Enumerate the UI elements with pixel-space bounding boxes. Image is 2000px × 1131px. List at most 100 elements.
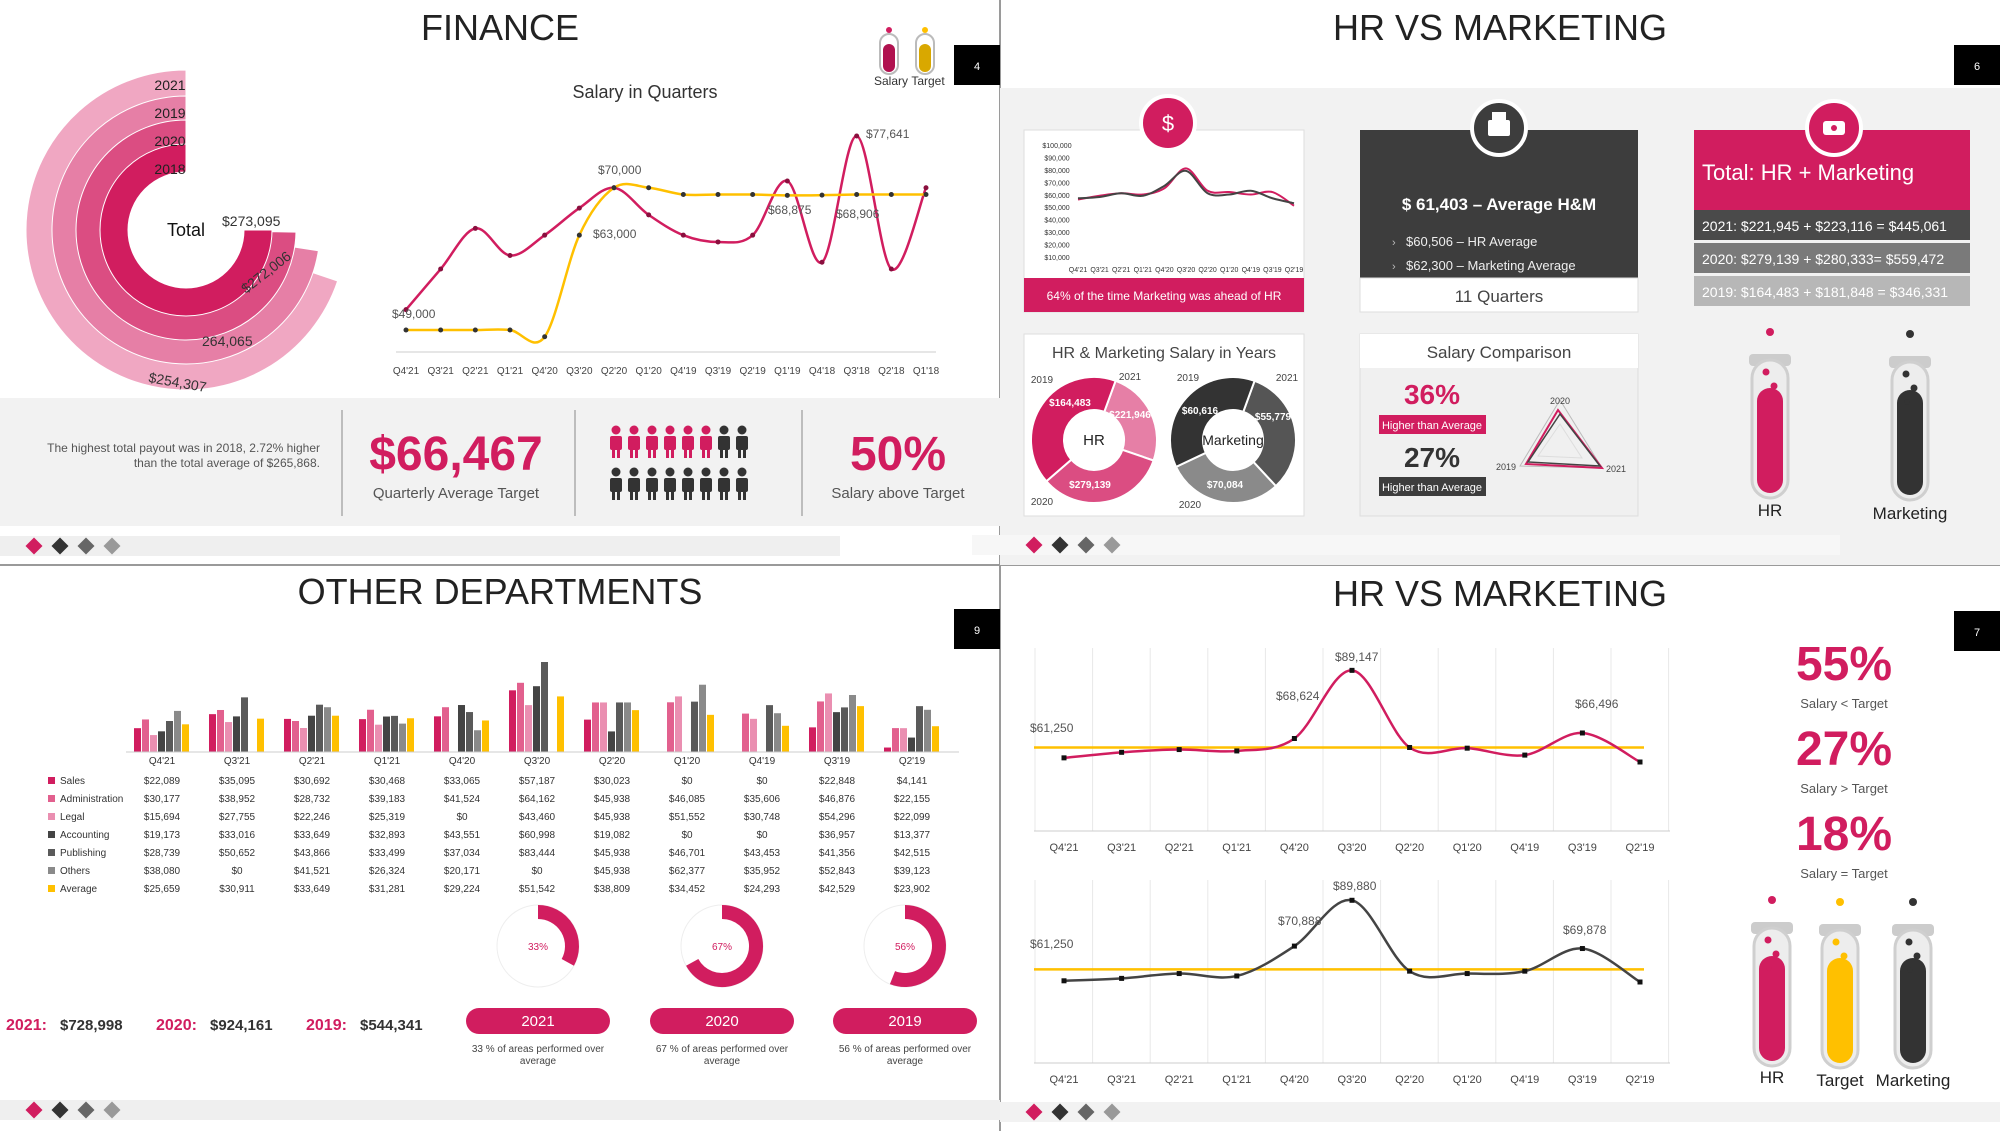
year-pill-label: 2020 [705, 1013, 738, 1030]
data-point [1464, 745, 1470, 751]
person-leg [648, 449, 651, 458]
table-cell: $30,911 [219, 884, 255, 895]
x-tick-label: Q2'20 [601, 366, 628, 377]
donut-hr-val-2020: $279,139 [1069, 480, 1111, 491]
bar-sales [809, 727, 816, 752]
donut-mk-val-2021: $55,779 [1255, 412, 1292, 423]
legend-label: Average [60, 884, 98, 895]
person-body [610, 436, 622, 450]
x-tick-label: Q4'21 [1049, 842, 1078, 854]
x-tick-label: Q2'21 [299, 756, 326, 767]
slide-nav-bar [0, 1100, 1000, 1120]
table-cell: $51,542 [519, 884, 556, 895]
x-tick-label: Q3'19 [1568, 1074, 1597, 1086]
bar-administration [367, 709, 374, 752]
tube-liquid [1827, 958, 1853, 1063]
table-cell: $0 [756, 776, 768, 787]
bubble [1770, 382, 1778, 390]
legend-swatch [48, 831, 55, 838]
person-leg [653, 491, 656, 500]
bar-administration [292, 721, 299, 752]
table-cell: $52,843 [819, 866, 856, 877]
table-cell: $38,809 [594, 884, 631, 895]
donut-hr-center: HR [1083, 432, 1105, 449]
table-cell: $22,099 [894, 812, 931, 823]
total-row-2020: 2020: $279,139 + $280,333= $559,472 [1702, 251, 1944, 267]
bubble [1836, 898, 1844, 906]
data-point [1407, 968, 1413, 974]
target-point [542, 334, 548, 340]
bar-average [407, 718, 414, 752]
bar-legal [675, 696, 682, 752]
x-tick-label: Q1'20 [674, 756, 701, 767]
bar-average [482, 720, 489, 752]
table-cell: $33,649 [294, 830, 331, 841]
bar-others [174, 710, 181, 752]
person-leg [720, 449, 723, 458]
year-total-label: 2021: [6, 1017, 47, 1034]
legend-label: Legal [60, 812, 84, 823]
table-cell: $64,162 [519, 794, 556, 805]
x-tick-label: Q1'18 [913, 366, 940, 377]
money-icon: $ [1162, 111, 1174, 136]
bar-legal [525, 705, 532, 752]
person-body [718, 478, 730, 492]
arc-value-2019: 264,065 [202, 333, 253, 349]
total-row-2019: 2019: $164,483 + $181,848 = $346,331 [1702, 284, 1948, 300]
table-cell: $0 [681, 776, 693, 787]
x-tick-label: Q2'19 [1625, 1074, 1654, 1086]
x-tick-label: Q4'20 [1280, 1074, 1309, 1086]
person-leg [671, 491, 674, 500]
mini-y-tick: $40,000 [1044, 218, 1069, 225]
target-point [750, 192, 756, 198]
data-point [1464, 971, 1470, 977]
total-row-2021: 2021: $221,945 + $223,116 = $445,061 [1702, 218, 1947, 234]
finance-summary-line2: than the total average of $265,868. [134, 456, 320, 470]
data-point [1579, 730, 1585, 736]
bar-legal [750, 718, 757, 752]
tube-liquid [1897, 390, 1923, 495]
tube-label-marketing: Marketing [1873, 504, 1948, 523]
bar-accounting [383, 716, 390, 752]
x-tick-label: Q4'20 [449, 756, 476, 767]
x-tick-label: Q1'21 [497, 366, 524, 377]
bar-average [707, 714, 714, 752]
radar-label-2019: 2019 [1496, 462, 1516, 472]
target-point [715, 192, 721, 198]
kpi-quarterly-target-caption: Quarterly Average Target [373, 485, 540, 502]
finance-title: FINANCE [421, 7, 579, 48]
donut-year-2020-hr: 2020 [1031, 497, 1054, 508]
person-body [682, 478, 694, 492]
bar-sales [284, 718, 291, 752]
x-tick-label: Q1'20 [1453, 842, 1482, 854]
table-cell: $0 [756, 830, 768, 841]
stat-label: Salary < Target [1800, 696, 1888, 711]
target-point [819, 192, 825, 198]
mini-y-tick: $60,000 [1044, 193, 1069, 200]
person-icon [611, 425, 621, 435]
bar-legal [375, 724, 382, 752]
arc-year-2021: 2021 [154, 77, 185, 93]
person-leg [648, 491, 651, 500]
bar-publishing [316, 704, 323, 752]
donut-year-2019-mk: 2019 [1177, 373, 1200, 384]
legend-swatch [48, 795, 55, 802]
bar-legal [900, 728, 907, 752]
table-cell: $30,023 [594, 776, 631, 787]
year-total-label: 2020: [156, 1017, 197, 1034]
table-cell: $50,652 [219, 848, 256, 859]
table-cell: $0 [231, 866, 243, 877]
data-point [1349, 667, 1355, 673]
x-tick-label: Q3'21 [427, 366, 454, 377]
person-leg [707, 449, 710, 458]
legend-label: Administration [60, 794, 123, 805]
table-cell: $29,224 [444, 884, 481, 895]
table-cell: $15,694 [144, 812, 181, 823]
x-tick-label: Q2'21 [1165, 1074, 1194, 1086]
bar-publishing [391, 715, 398, 752]
bar-administration [142, 719, 149, 752]
data-point [1349, 897, 1355, 903]
mini-x-tick: Q1'20 [1220, 267, 1239, 274]
table-cell: $22,848 [819, 776, 856, 787]
bar-accounting [458, 705, 465, 752]
